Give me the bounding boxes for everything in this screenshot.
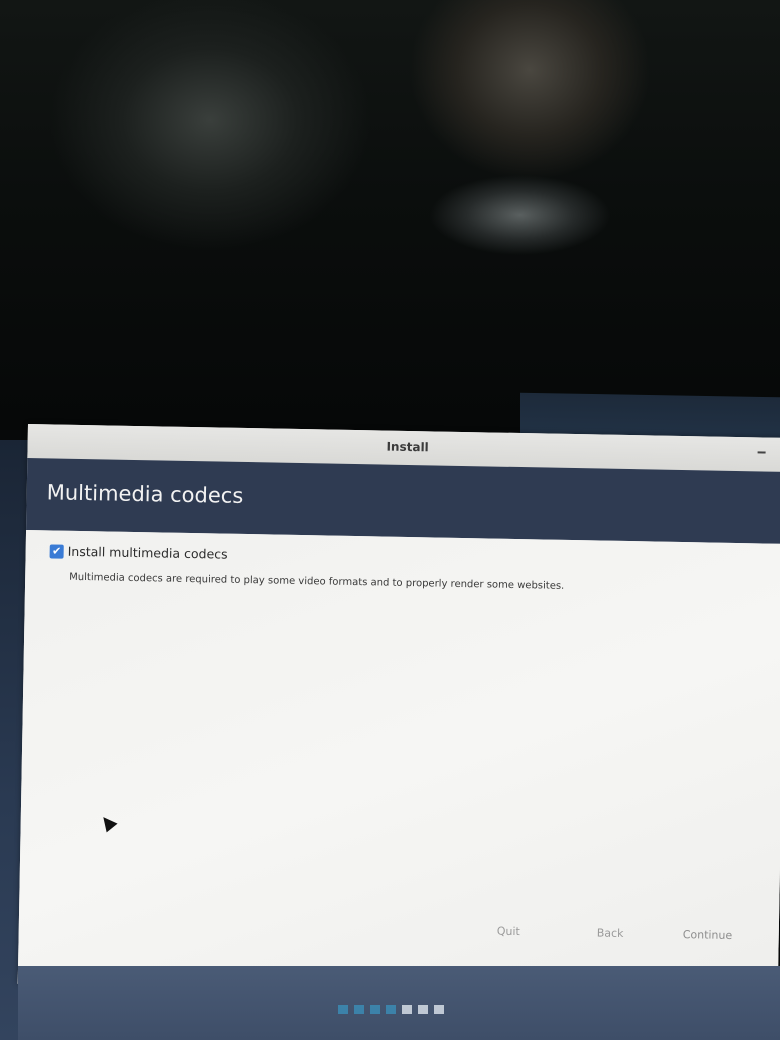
progress-dot [338,1005,348,1014]
page-header: Multimedia codecs [26,457,780,544]
progress-dot [370,1005,380,1014]
install-codecs-label[interactable]: Install multimedia codecs [68,544,228,562]
background-room [0,0,780,430]
desktop-footer [18,966,780,1040]
codecs-description: Multimedia codecs are required to play s… [69,571,565,592]
checkmark-icon: ✔ [51,543,62,558]
window-title: Install [386,439,429,455]
progress-dot [402,1005,412,1014]
progress-indicator [338,1005,444,1014]
install-codecs-checkbox[interactable]: ✔ [49,543,64,559]
quit-button[interactable]: Quit [497,925,520,938]
continue-button[interactable]: Continue [683,928,733,942]
progress-dot [354,1005,364,1014]
install-codecs-option[interactable]: ✔ Install multimedia codecs [49,543,228,562]
minimize-icon[interactable] [757,451,766,454]
page-content: ✔ Install multimedia codecs Multimedia c… [17,529,780,998]
progress-dot [418,1005,428,1014]
progress-dot [434,1005,444,1014]
installer-window: Install Multimedia codecs ✔ Install mult… [17,424,780,998]
page-title: Multimedia codecs [46,480,244,508]
progress-dot [386,1005,396,1014]
back-button[interactable]: Back [597,927,624,940]
mouse-pointer-icon [97,812,118,833]
